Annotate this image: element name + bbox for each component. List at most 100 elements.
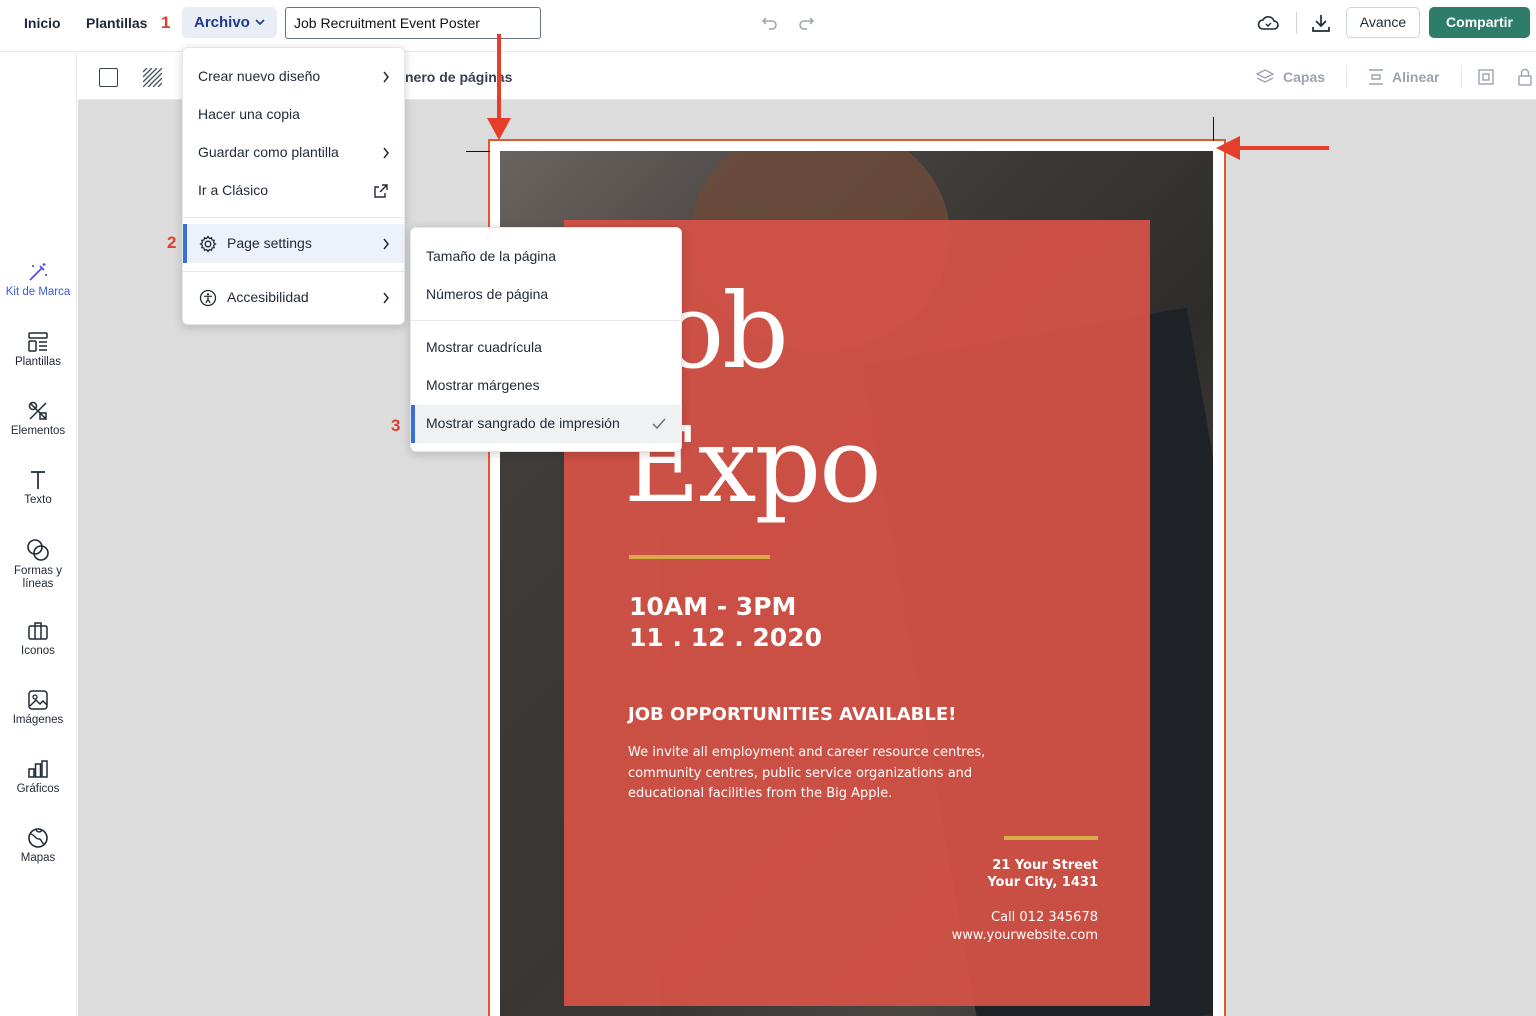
menu-item-label: Crear nuevo diseño <box>198 68 321 84</box>
accessibility-icon <box>199 289 217 307</box>
divider <box>1461 66 1462 88</box>
undo-icon[interactable] <box>761 12 779 32</box>
poster-city: Your City, 1431 <box>987 875 1098 890</box>
file-menu-dropdown: Crear nuevo diseño Hacer una copia Guard… <box>182 47 405 325</box>
poster-time[interactable]: 10AM - 3PM <box>629 592 796 621</box>
poster-body[interactable]: We invite all employment and career reso… <box>628 743 985 805</box>
menu-item-page-numbers[interactable]: Números de página <box>411 286 681 306</box>
sidebar-item-label: Imágenes <box>12 714 64 726</box>
share-button[interactable]: Compartir <box>1429 7 1530 38</box>
left-sidebar: Kit de Marca Plantillas Elementos Texto … <box>0 53 77 1016</box>
gold-rule <box>1004 836 1098 840</box>
file-menu-label: Archivo <box>194 14 250 31</box>
menu-item-make-copy[interactable]: Hacer una copia <box>183 106 404 126</box>
menu-item-label: Ir a Clásico <box>198 182 269 198</box>
image-icon <box>28 690 48 710</box>
menu-item-label: Accesibilidad <box>227 289 309 305</box>
sidebar-item-elements[interactable]: Elementos <box>0 400 76 437</box>
poster-address[interactable]: 21 Your Street Your City, 1431 <box>930 857 1098 891</box>
briefcase-icon <box>28 622 48 640</box>
sidebar-item-shapes[interactable]: Formas y líneas <box>0 538 76 591</box>
poster-contact[interactable]: Call 012 345678 www.yourwebsite.com <box>900 909 1098 945</box>
poster-headline[interactable]: JOB OPPORTUNITIES AVAILABLE! <box>628 704 956 725</box>
sidebar-item-charts[interactable]: Gráficos <box>0 758 76 795</box>
align-button[interactable]: Alinear <box>1392 69 1439 85</box>
top-bar: Inicio Plantillas 1 Archivo Avance Compa… <box>0 0 1536 52</box>
redo-icon[interactable] <box>797 12 815 32</box>
divider <box>1296 12 1297 34</box>
menu-item-show-print-bleed[interactable]: Mostrar sangrado de impresión <box>411 405 681 443</box>
poster-body-line: We invite all employment and career reso… <box>628 745 986 760</box>
sidebar-item-label: Iconos <box>21 645 55 657</box>
poster-website: www.yourwebsite.com <box>951 928 1098 943</box>
menu-item-new-design[interactable]: Crear nuevo diseño <box>183 68 404 88</box>
menu-item-label: Tamaño de la página <box>426 248 556 264</box>
magic-wand-icon <box>29 263 47 281</box>
download-icon[interactable] <box>1310 12 1332 34</box>
gold-rule <box>629 555 770 559</box>
background-color-swatch[interactable] <box>99 68 118 87</box>
menu-item-label: Mostrar márgenes <box>426 377 540 393</box>
sidebar-item-label: Kit de Marca <box>5 286 71 298</box>
menu-item-label: Números de página <box>426 286 549 302</box>
sidebar-item-text[interactable]: Texto <box>0 469 76 506</box>
menu-item-save-as-template[interactable]: Guardar como plantilla <box>183 144 404 164</box>
sidebar-item-templates[interactable]: Plantillas <box>0 331 76 368</box>
menu-item-label: Mostrar sangrado de impresión <box>426 415 620 431</box>
sidebar-item-label: Mapas <box>20 852 56 864</box>
menu-item-label: Hacer una copia <box>198 106 300 122</box>
gear-icon <box>199 235 217 253</box>
menu-item-page-settings[interactable]: Page settings <box>183 224 404 263</box>
menu-divider <box>183 271 404 272</box>
crop-mark <box>466 151 490 152</box>
sidebar-item-icons[interactable]: Iconos <box>0 620 76 657</box>
poster-date[interactable]: 11 . 12 . 2020 <box>629 623 822 652</box>
poster-body-line: educational facilities from the Big Appl… <box>628 786 893 801</box>
sidebar-item-maps[interactable]: Mapas <box>0 827 76 864</box>
poster-body-line: community centres, public service organi… <box>628 765 973 781</box>
layers-button[interactable]: Capas <box>1283 69 1325 85</box>
transparency-icon[interactable] <box>143 68 162 87</box>
menu-item-page-size[interactable]: Tamaño de la página <box>411 248 681 268</box>
elements-icon <box>28 401 47 420</box>
sidebar-item-images[interactable]: Imágenes <box>0 689 76 726</box>
file-menu-button[interactable]: Archivo <box>182 7 277 38</box>
sidebar-item-label: Formas y líneas <box>14 565 62 590</box>
poster-street: 21 Your Street <box>992 858 1098 873</box>
poster-phone: Call 012 345678 <box>991 910 1098 925</box>
chevron-down-icon <box>255 19 265 26</box>
position-icon[interactable] <box>1477 68 1495 86</box>
menu-item-show-grid[interactable]: Mostrar cuadrícula <box>411 339 681 359</box>
lock-icon[interactable] <box>1517 67 1533 87</box>
layers-icon[interactable] <box>1256 68 1274 86</box>
text-icon <box>31 471 45 489</box>
menu-divider <box>183 217 404 218</box>
callout-2: 2 <box>167 233 177 252</box>
checkmark-icon <box>652 418 666 429</box>
align-icon[interactable] <box>1367 68 1385 86</box>
chart-icon <box>28 760 48 778</box>
divider <box>1346 66 1347 88</box>
chevron-right-icon <box>383 147 389 159</box>
sidebar-item-label: Plantillas <box>14 356 62 368</box>
chevron-right-icon <box>383 238 389 250</box>
page-settings-submenu: Tamaño de la página Números de página Mo… <box>410 227 682 452</box>
annotation-arrow-down <box>487 34 511 140</box>
preview-button[interactable]: Avance <box>1346 7 1420 38</box>
sidebar-item-label: Elementos <box>10 425 66 437</box>
nav-templates[interactable]: Plantillas <box>86 15 147 31</box>
menu-item-accessibility[interactable]: Accesibilidad <box>183 289 404 309</box>
menu-divider <box>411 320 681 321</box>
nav-home[interactable]: Inicio <box>24 15 61 31</box>
sidebar-item-brand-kit[interactable]: Kit de Marca <box>0 261 76 298</box>
callout-1: 1 <box>161 13 171 32</box>
menu-item-go-classic[interactable]: Ir a Clásico <box>183 182 404 202</box>
menu-item-label: Page settings <box>227 235 312 251</box>
callout-3: 3 <box>391 416 401 435</box>
menu-item-label: Guardar como plantilla <box>198 144 339 160</box>
menu-item-show-margins[interactable]: Mostrar márgenes <box>411 377 681 397</box>
globe-icon <box>28 828 48 848</box>
chevron-right-icon <box>383 292 389 304</box>
sidebar-item-label: Texto <box>24 494 52 506</box>
cloud-sync-icon[interactable] <box>1256 12 1280 34</box>
